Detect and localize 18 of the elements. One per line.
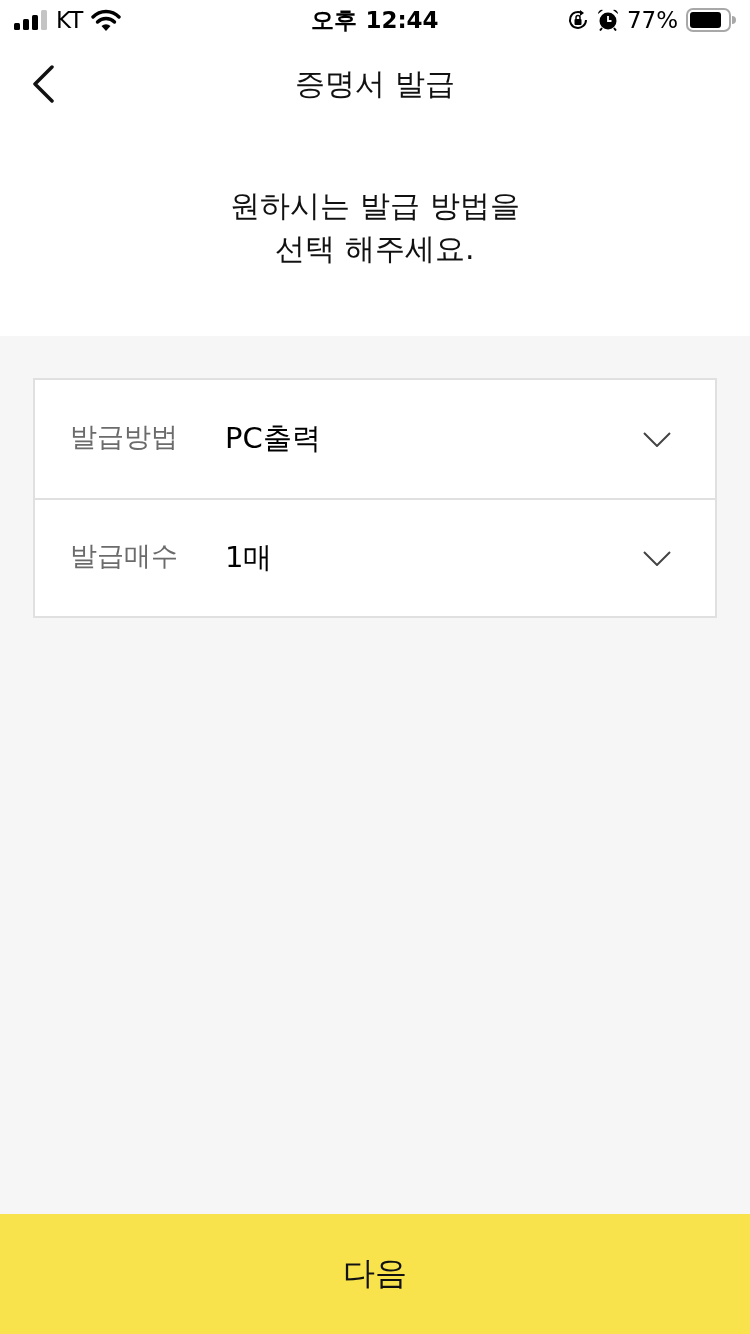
carrier-name: KT [56, 6, 84, 34]
dropdown-field[interactable]: PC출력 [225, 399, 715, 479]
dropdown-field[interactable]: 1매 [225, 518, 715, 598]
page-title: 증명서 발급 [294, 64, 456, 103]
clock-time: 오후 12:44 [311, 6, 439, 34]
instruction-text: 원하시는 발급 방법을 선택 해주세요. [230, 187, 520, 268]
field-label: 발급매수 [70, 539, 179, 573]
orientation-lock-icon [566, 9, 589, 31]
battery-icon [686, 8, 736, 32]
chevron-left-icon [32, 65, 54, 103]
caret-icon [643, 431, 671, 447]
battery-percent: 77% [626, 6, 678, 34]
signal-icon [14, 10, 48, 30]
field-label: 발급방법 [70, 420, 179, 454]
next-button[interactable]: 다음 [0, 1214, 750, 1334]
caret-icon [643, 550, 671, 566]
wifi-icon [91, 9, 122, 31]
alarm-clock-icon [596, 9, 619, 31]
